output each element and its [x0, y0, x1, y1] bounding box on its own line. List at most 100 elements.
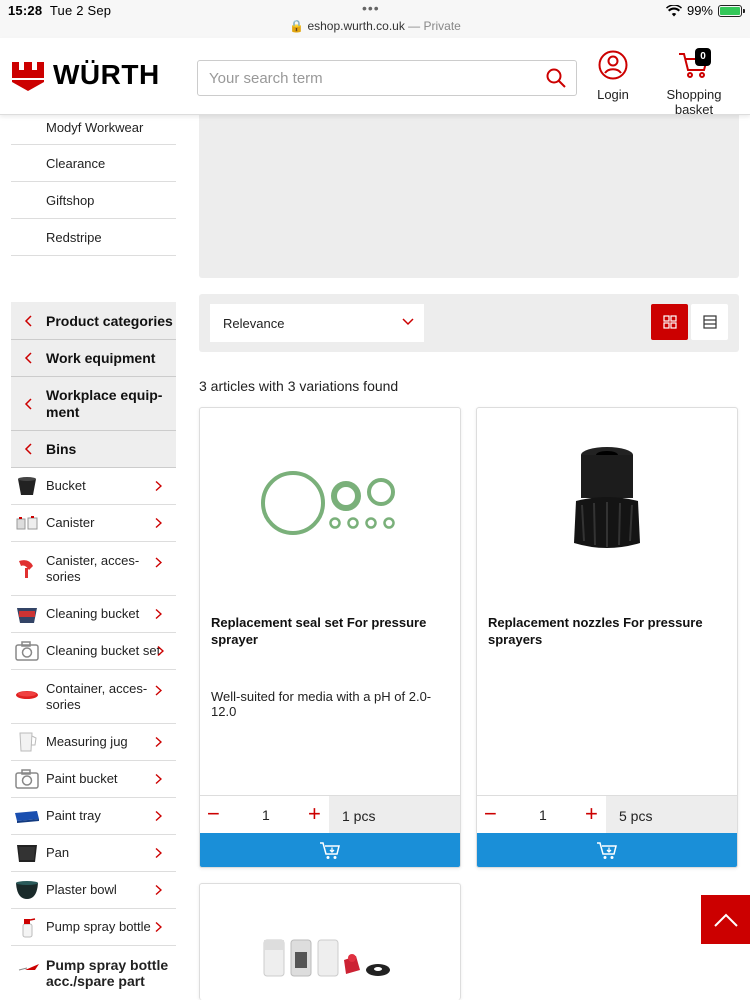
spray-bottle-thumbnail-icon	[22, 918, 36, 938]
search-input[interactable]	[198, 61, 528, 95]
breadcrumb-workplace-equipment[interactable]: Workplace equip-ment	[11, 377, 176, 431]
basket-count-badge: 0	[695, 48, 711, 66]
login-label: Login	[597, 87, 629, 102]
chevron-right-icon	[155, 480, 162, 492]
subcategory-paint-tray[interactable]: Paint tray	[11, 798, 176, 835]
camera-placeholder-icon	[15, 641, 39, 661]
sort-select[interactable]: Relevance	[210, 304, 424, 342]
subcategory-bucket[interactable]: Bucket	[11, 468, 176, 505]
chevron-right-icon	[155, 557, 162, 568]
sidebar-link-clearance[interactable]: Clearance	[11, 145, 176, 182]
subcategory-pump-spray-bottle-spare-part[interactable]: Pump spray bottle acc./spare part	[11, 946, 176, 1000]
status-time: 15:28 Tue 2 Sep	[8, 3, 112, 18]
url-text: eshop.wurth.co.uk	[307, 19, 405, 33]
sidebar-link-modyf[interactable]: Modyf Workwear	[11, 110, 176, 145]
list-view-button[interactable]	[691, 304, 728, 340]
battery-icon	[718, 4, 745, 17]
nozzle-product-image	[574, 447, 640, 548]
banner-placeholder	[199, 115, 739, 278]
subcategory-pan[interactable]: Pan	[11, 835, 176, 872]
breadcrumb-bins[interactable]: Bins	[11, 431, 176, 468]
chevron-up-icon	[713, 913, 738, 927]
product-card[interactable]: Replacement nozzles For pressure sprayer…	[476, 407, 738, 868]
increase-quantity-button[interactable]: +	[585, 803, 598, 825]
decrease-quantity-button[interactable]: −	[207, 803, 220, 825]
basket-label: Shopping basket	[666, 87, 722, 117]
user-icon	[598, 50, 628, 80]
private-label: — Private	[408, 19, 461, 33]
chevron-left-icon	[24, 314, 32, 327]
decrease-quantity-button[interactable]: −	[484, 803, 497, 825]
canister-thumbnail-icon	[16, 516, 38, 530]
listing-toolbar: Relevance	[199, 294, 739, 352]
chevron-right-icon	[155, 810, 162, 822]
product-image[interactable]	[200, 884, 460, 1000]
sidebar-link-redstripe[interactable]: Redstripe	[11, 219, 176, 256]
cleaning-bucket-thumbnail-icon	[17, 608, 37, 623]
plaster-bowl-thumbnail-icon	[16, 881, 38, 899]
subcategory-plaster-bowl[interactable]: Plaster bowl	[11, 872, 176, 909]
status-right: 99%	[665, 3, 745, 18]
sidebar: Modyf Workwear Clearance Giftshop Redstr…	[11, 110, 176, 989]
subcategory-cleaning-bucket-set[interactable]: Cleaning bucket set	[11, 633, 176, 670]
subcategory-container-accessories[interactable]: Container, acces-sories	[11, 670, 176, 724]
quantity-stepper: − 1 + 5 pcs	[477, 795, 737, 834]
subcategory-paint-bucket[interactable]: Paint bucket	[11, 761, 176, 798]
search-box	[197, 60, 577, 96]
product-image[interactable]	[477, 408, 737, 598]
add-to-cart-button[interactable]	[477, 833, 737, 867]
product-image[interactable]	[200, 408, 460, 598]
search-icon[interactable]	[546, 68, 566, 88]
pan-thumbnail-icon	[17, 845, 37, 862]
shopping-basket-button[interactable]: 0 Shopping basket	[648, 48, 740, 117]
sidebar-link-giftshop[interactable]: Giftshop	[11, 182, 176, 219]
chevron-left-icon	[24, 397, 32, 410]
canister-accessory-thumbnail-icon	[19, 559, 33, 578]
brand-name: WÜRTH	[53, 59, 160, 90]
grid-icon	[662, 315, 677, 329]
grid-view-button[interactable]	[651, 304, 688, 340]
product-card[interactable]	[199, 883, 461, 1000]
packaging-unit: 1 pcs	[329, 796, 460, 834]
subcategory-canister-accessories[interactable]: Canister, acces-sories	[11, 542, 176, 596]
chevron-right-icon	[155, 736, 162, 748]
login-button[interactable]: Login	[593, 50, 633, 102]
add-to-cart-button[interactable]	[200, 833, 460, 867]
spray-nozzle-thumbnail-icon	[18, 964, 39, 971]
chevron-right-icon	[155, 685, 162, 696]
subcategory-cleaning-bucket[interactable]: Cleaning bucket	[11, 596, 176, 633]
nozzle-set-product-image	[263, 939, 390, 976]
subcategory-pump-spray-bottle[interactable]: Pump spray bottle	[11, 909, 176, 946]
subcategory-canister[interactable]: Canister	[11, 505, 176, 542]
site-header: WÜRTH Login 0 Shopping basket	[0, 38, 750, 117]
camera-placeholder-icon	[15, 769, 39, 789]
results-count: 3 articles with 3 variations found	[199, 378, 399, 394]
add-to-cart-icon	[320, 841, 340, 859]
address-bar[interactable]: 🔒 eshop.wurth.co.uk — Private	[0, 19, 750, 33]
product-card[interactable]: Replacement seal set For pressure spraye…	[199, 407, 461, 868]
product-title[interactable]: Replacement seal set For pressure spraye…	[211, 614, 451, 648]
quantity-value[interactable]: 1	[262, 807, 270, 823]
measuring-jug-thumbnail-icon	[19, 732, 37, 752]
list-icon	[702, 315, 717, 329]
sort-value: Relevance	[223, 315, 285, 331]
packaging-unit: 5 pcs	[606, 796, 737, 834]
breadcrumb-product-categories[interactable]: Product categories	[11, 302, 176, 340]
breadcrumb-work-equipment[interactable]: Work equipment	[11, 340, 176, 377]
product-title[interactable]: Replacement nozzles For pressure sprayer…	[488, 614, 728, 648]
increase-quantity-button[interactable]: +	[308, 803, 321, 825]
seal-set-product-image	[261, 471, 395, 535]
tab-dots-icon[interactable]: •••	[362, 0, 380, 16]
sidebar-top-links: Modyf Workwear Clearance Giftshop Redstr…	[11, 110, 176, 256]
category-navigation: Product categories Work equipment Workpl…	[11, 302, 176, 1000]
back-to-top-button[interactable]	[701, 895, 750, 944]
quantity-value[interactable]: 1	[539, 807, 547, 823]
status-bar: 15:28 Tue 2 Sep ••• 🔒 eshop.wurth.co.uk …	[0, 0, 750, 38]
brand-logo[interactable]: WÜRTH	[11, 58, 160, 92]
container-lid-thumbnail-icon	[16, 690, 38, 699]
wifi-icon	[665, 4, 682, 16]
subcategory-measuring-jug[interactable]: Measuring jug	[11, 724, 176, 761]
paint-tray-thumbnail-icon	[15, 811, 39, 823]
product-description: Well-suited for media with a pH of 2.0-1…	[211, 689, 432, 719]
chevron-right-icon	[155, 921, 162, 933]
